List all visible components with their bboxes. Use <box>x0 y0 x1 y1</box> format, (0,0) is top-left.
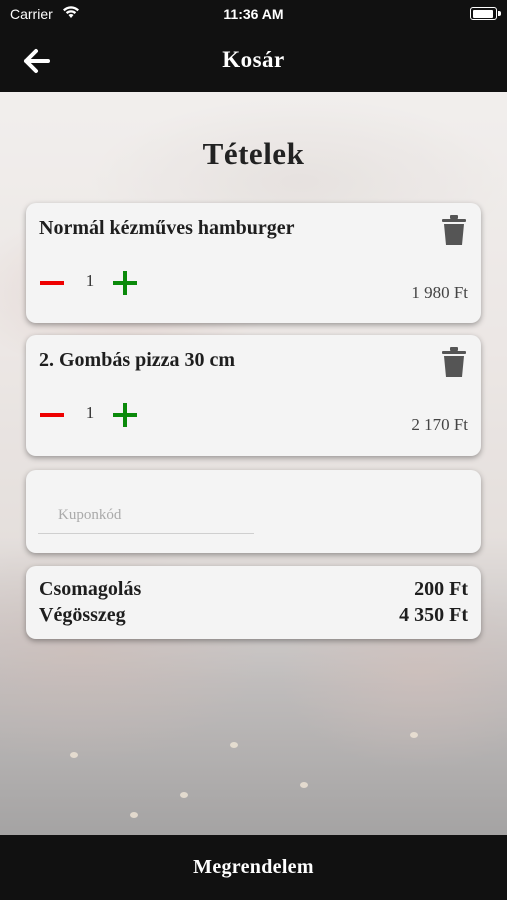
section-title: Tételek <box>202 136 305 171</box>
cart-content: Tételek Normál kézműves hamburger 1 1 98… <box>0 92 507 835</box>
delete-item-button[interactable] <box>442 347 466 377</box>
total-value: 4 350 Ft <box>399 604 468 626</box>
background-speck <box>130 812 138 818</box>
decrease-quantity-button[interactable] <box>39 402 65 428</box>
summary-card: Csomagolás 200 Ft Végösszeg 4 350 Ft <box>26 566 481 639</box>
clock: 11:36 AM <box>223 6 284 22</box>
background-speck <box>180 792 188 798</box>
top-bar: Carrier 11:36 AM Kosár <box>0 0 507 92</box>
packaging-value: 200 Ft <box>414 578 468 600</box>
background-speck <box>70 752 78 758</box>
total-label: Végösszeg <box>39 604 126 626</box>
item-quantity: 1 <box>85 403 95 422</box>
trash-icon <box>442 215 466 245</box>
packaging-label: Csomagolás <box>39 578 142 600</box>
item-quantity: 1 <box>85 271 95 290</box>
coupon-input[interactable] <box>38 498 254 534</box>
background-speck <box>410 732 418 738</box>
item-price: 2 170 Ft <box>411 415 468 434</box>
delete-item-button[interactable] <box>442 215 466 245</box>
item-name: Normál kézműves hamburger <box>39 217 295 239</box>
cart-item: 2. Gombás pizza 30 cm 1 2 170 Ft <box>26 335 481 456</box>
increase-quantity-button[interactable] <box>112 270 138 296</box>
item-price: 1 980 Ft <box>411 283 468 302</box>
order-button[interactable]: Megrendelem <box>0 835 507 900</box>
status-bar: Carrier 11:36 AM <box>0 0 507 28</box>
background-speck <box>300 782 308 788</box>
trash-icon <box>442 347 466 377</box>
cart-item: Normál kézműves hamburger 1 1 980 Ft <box>26 203 481 323</box>
item-name: 2. Gombás pizza 30 cm <box>39 349 236 371</box>
battery-icon <box>470 7 501 20</box>
background-speck <box>230 742 238 748</box>
coupon-card <box>26 470 481 553</box>
decrease-quantity-button[interactable] <box>39 270 65 296</box>
increase-quantity-button[interactable] <box>112 402 138 428</box>
page-title: Kosár <box>222 47 285 72</box>
